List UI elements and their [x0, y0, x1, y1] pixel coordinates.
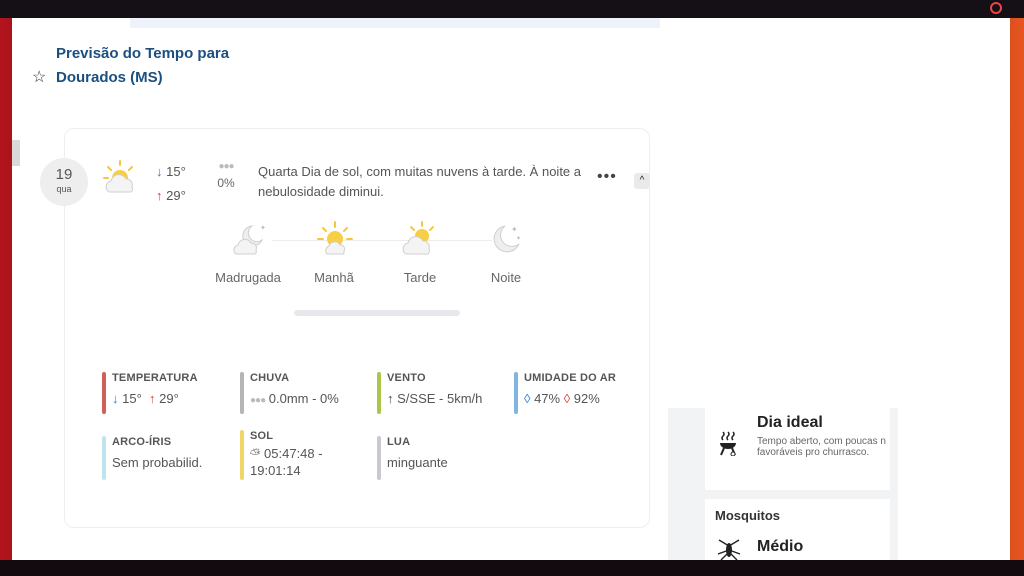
arrow-down-icon: ↓ [156, 164, 163, 179]
day-number: 19 [55, 166, 73, 183]
stat-moon: LUA minguante [377, 436, 448, 480]
moon-cloud-icon: ✦ [233, 224, 266, 255]
record-icon [990, 2, 1002, 14]
ideal-day-description: Tempo aberto, com poucas n favoráveis pr… [757, 436, 890, 458]
browser-url-bar [0, 0, 1024, 18]
stat-label: CHUVA [250, 372, 290, 384]
stat-humidity-min: 47% [534, 391, 561, 406]
forecast-description: Quarta Dia de sol, com muitas nuvens à t… [258, 164, 582, 199]
humidity-drop-red-icon: ◊ [563, 391, 571, 406]
stat-moon-value: minguante [387, 455, 448, 470]
stat-temp-max: 29° [159, 391, 179, 406]
arrow-down-icon: ↓ [112, 391, 119, 406]
stat-sun-value: 05:47:48 - 19:01:14 [250, 446, 323, 478]
ideal-desc-line2: favoráveis pro churrasco. [757, 447, 870, 458]
period-label-tarde: Tarde [403, 270, 437, 285]
temp-min: 15° [166, 164, 186, 179]
stat-wind-value: S/SSE - 5km/h [397, 391, 483, 406]
humidity-drop-blue-icon: ◊ [524, 391, 531, 406]
period-label-manha: Manhã [314, 270, 354, 285]
stat-label: ARCO-ÍRIS [112, 436, 172, 448]
stat-wind: VENTO ↑ S/SSE - 5km/h [377, 372, 482, 414]
more-options-button[interactable]: ••• [597, 168, 617, 186]
arrow-up-icon: ↑ [149, 391, 156, 406]
rain-chance: ●●● 0% [212, 161, 240, 190]
sun-cloud-icon [402, 221, 434, 255]
grill-icon [720, 431, 736, 456]
bottom-frame [0, 560, 1024, 576]
left-edge-tab[interactable] [12, 140, 20, 166]
stat-rain: CHUVA ●●● 0.0mm - 0% [240, 372, 339, 414]
stat-humidity-max: 92% [573, 391, 600, 406]
stat-bar [102, 436, 106, 480]
page-title: Previsão do Tempo para Dourados (MS) [56, 45, 230, 86]
stat-sun: SOL ⛅︎ 05:47:48 - 19:01:14 [240, 430, 360, 480]
stat-humidity: UMIDADE DO AR ◊ 47% ◊ 92% [514, 372, 616, 414]
period-label-noite: Noite [490, 270, 522, 285]
collapse-button[interactable]: ^ [634, 173, 650, 189]
stat-label: TEMPERATURA [112, 372, 198, 384]
stat-bar [102, 372, 106, 414]
svg-text:✦: ✦ [516, 235, 521, 242]
stat-temp-min: 15° [122, 391, 142, 406]
sunrise-icon: ⛅︎ [250, 446, 261, 461]
stat-rainbow: ARCO-ÍRIS Sem probabilid. [102, 436, 202, 480]
stat-rainbow-value: Sem probabilid. [112, 455, 203, 470]
stat-label: VENTO [387, 372, 426, 384]
svg-text:✦: ✦ [260, 224, 266, 232]
periods-divider [272, 240, 492, 241]
stat-bar [377, 372, 381, 414]
ideal-day-title: Dia ideal [757, 414, 823, 431]
stat-label: SOL [250, 430, 274, 442]
date-badge: 19 qua [40, 158, 88, 206]
stat-label: LUA [387, 436, 411, 448]
sun-icon [317, 221, 353, 255]
wind-direction-icon: ↑ [387, 391, 394, 406]
period-label-madrugada: Madrugada [215, 270, 281, 285]
arrow-up-icon: ↑ [156, 188, 163, 203]
mosquito-icon [717, 539, 741, 560]
moon-icon: ✦ ✦ [493, 225, 521, 253]
stat-bar [377, 436, 381, 480]
rain-drops-icon: ●●● [218, 161, 234, 172]
stat-label: UMIDADE DO AR [524, 372, 617, 384]
svg-text:✦: ✦ [511, 225, 518, 234]
stat-bar [240, 430, 244, 480]
mosquito-level: Médio [757, 538, 804, 555]
mosquito-title: Mosquitos [715, 508, 780, 523]
stat-bar [514, 372, 518, 414]
temp-max: 29° [166, 188, 186, 203]
periods-scrollbar[interactable] [294, 310, 460, 316]
favorite-star-icon[interactable]: ☆ [32, 67, 46, 87]
sun-cloud-icon [103, 160, 133, 193]
stat-rain-value: 0.0mm - 0% [268, 391, 339, 406]
day-abbr: qua [56, 184, 72, 194]
rain-drops-icon: ●●● [250, 395, 266, 406]
temperature-summary: ↓ 15° ↑ 29° [156, 160, 186, 208]
stat-bar [240, 372, 244, 414]
stat-temperature: TEMPERATURA ↓ 15° ↑ 29° [102, 372, 198, 414]
weather-page: Previsão do Tempo para Dourados (MS) ☆ 1… [12, 18, 1010, 560]
ideal-desc-line1: Tempo aberto, com poucas n [757, 436, 886, 447]
top-strip [130, 18, 660, 28]
rain-chance-value: 0% [217, 176, 235, 190]
